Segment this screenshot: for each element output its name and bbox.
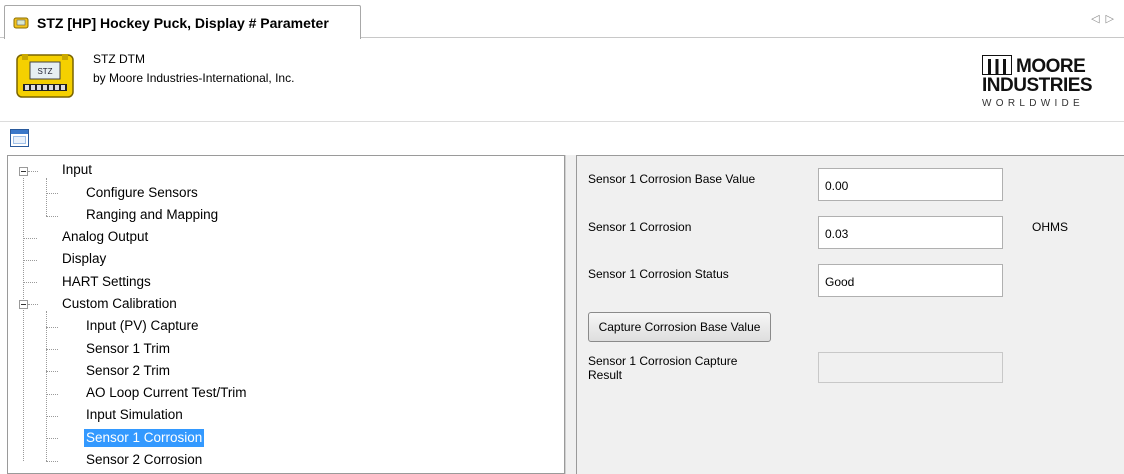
tree-connector xyxy=(46,216,58,217)
capture-corrosion-base-value-button[interactable]: Capture Corrosion Base Value xyxy=(588,312,771,342)
base-value-label: Sensor 1 Corrosion Base Value xyxy=(588,172,756,186)
tree-item-ao-loop-current[interactable]: AO Loop Current Test/Trim xyxy=(84,384,249,402)
tab-title: STZ [HP] Hockey Puck, Display # Paramete… xyxy=(37,15,329,31)
tree-item-hart-settings[interactable]: HART Settings xyxy=(60,273,153,291)
tree-root-line xyxy=(23,178,24,461)
corrosion-unit: OHMS xyxy=(1032,220,1068,234)
tree-collapse-input-icon[interactable] xyxy=(19,167,28,176)
tab-scroll-left-icon[interactable]: ◁ xyxy=(1091,13,1105,25)
dtm-vendor: by Moore Industries-International, Inc. xyxy=(93,71,295,85)
tree-item-input-simulation[interactable]: Input Simulation xyxy=(84,406,185,424)
tree-item-input[interactable]: Input xyxy=(60,161,94,179)
tree-connector xyxy=(46,461,58,462)
tree-item-custom-calibration[interactable]: Custom Calibration xyxy=(60,295,179,313)
document-tab-strip: STZ [HP] Hockey Puck, Display # Paramete… xyxy=(0,0,1124,39)
parameter-panel: Sensor 1 Corrosion Base Value 0.00 Senso… xyxy=(577,155,1124,474)
tree-item-sensor-2-trim[interactable]: Sensor 2 Trim xyxy=(84,362,172,380)
capture-result-field xyxy=(818,352,1003,383)
tree-connector xyxy=(46,416,58,417)
brand-industries: INDUSTRIES xyxy=(982,75,1093,96)
pane-splitter[interactable] xyxy=(565,155,577,474)
tree-item-analog-output[interactable]: Analog Output xyxy=(60,228,150,246)
tree-item-sensor-1-corrosion[interactable]: Sensor 1 Corrosion xyxy=(84,429,205,447)
capture-result-label-line2: Result xyxy=(588,368,623,382)
window-icon-body xyxy=(13,136,26,144)
tree-connector xyxy=(23,260,37,261)
corrosion-status-label: Sensor 1 Corrosion Status xyxy=(588,267,729,281)
stz-device-icon: STZ xyxy=(16,54,74,98)
tree-collapse-calibration-icon[interactable] xyxy=(19,300,28,309)
navigation-tree: Input Configure Sensors Ranging and Mapp… xyxy=(7,155,565,474)
device-tag-icon xyxy=(13,17,29,29)
tree-connector xyxy=(46,438,58,439)
svg-text:STZ: STZ xyxy=(37,67,52,76)
toolbar xyxy=(0,123,1124,154)
tab-scroll-controls: ◁▷ xyxy=(1091,12,1120,25)
tab-scroll-right-icon[interactable]: ▷ xyxy=(1106,13,1120,25)
document-tab[interactable]: STZ [HP] Hockey Puck, Display # Paramete… xyxy=(4,5,361,39)
corrosion-field[interactable]: 0.03 xyxy=(818,216,1003,249)
capture-result-label-line1: Sensor 1 Corrosion Capture xyxy=(588,354,738,368)
tree-connector xyxy=(46,327,58,328)
base-value-field[interactable]: 0.00 xyxy=(818,168,1003,201)
corrosion-status-field[interactable]: Good xyxy=(818,264,1003,297)
tree-item-configure-sensors[interactable]: Configure Sensors xyxy=(84,184,200,202)
dtm-name: STZ DTM xyxy=(93,52,145,66)
tree-item-sensor-1-trim[interactable]: Sensor 1 Trim xyxy=(84,340,172,358)
main-split-view: Input Configure Sensors Ranging and Mapp… xyxy=(7,155,1124,474)
brand-moore: MOORE xyxy=(1016,56,1086,77)
brand-worldwide: WORLDWIDE xyxy=(982,98,1085,109)
tree-input-branch-line xyxy=(46,178,47,216)
window-icon-titlebar xyxy=(11,130,28,134)
tree-connector xyxy=(46,193,58,194)
tree-item-display[interactable]: Display xyxy=(60,250,108,268)
tree-connector xyxy=(28,171,38,172)
tree-item-sensor-2-corrosion[interactable]: Sensor 2 Corrosion xyxy=(84,451,204,469)
tree-connector xyxy=(46,371,58,372)
tree-connector xyxy=(23,238,37,239)
tree-connector xyxy=(46,349,58,350)
tree-connector xyxy=(28,304,38,305)
moore-logo-mark-icon xyxy=(982,55,1012,75)
tree-item-input-pv-capture[interactable]: Input (PV) Capture xyxy=(84,317,201,335)
tree-connector xyxy=(46,394,58,395)
window-icon[interactable] xyxy=(10,129,29,147)
tree-item-ranging-and-mapping[interactable]: Ranging and Mapping xyxy=(84,206,220,224)
tree-connector xyxy=(23,282,37,283)
moore-industries-logo: MOORE INDUSTRIES WORLDWIDE xyxy=(979,51,1124,111)
dtm-header: STZ STZ DTM by Moore Industries-Internat… xyxy=(0,39,1124,122)
corrosion-label: Sensor 1 Corrosion xyxy=(588,220,692,234)
